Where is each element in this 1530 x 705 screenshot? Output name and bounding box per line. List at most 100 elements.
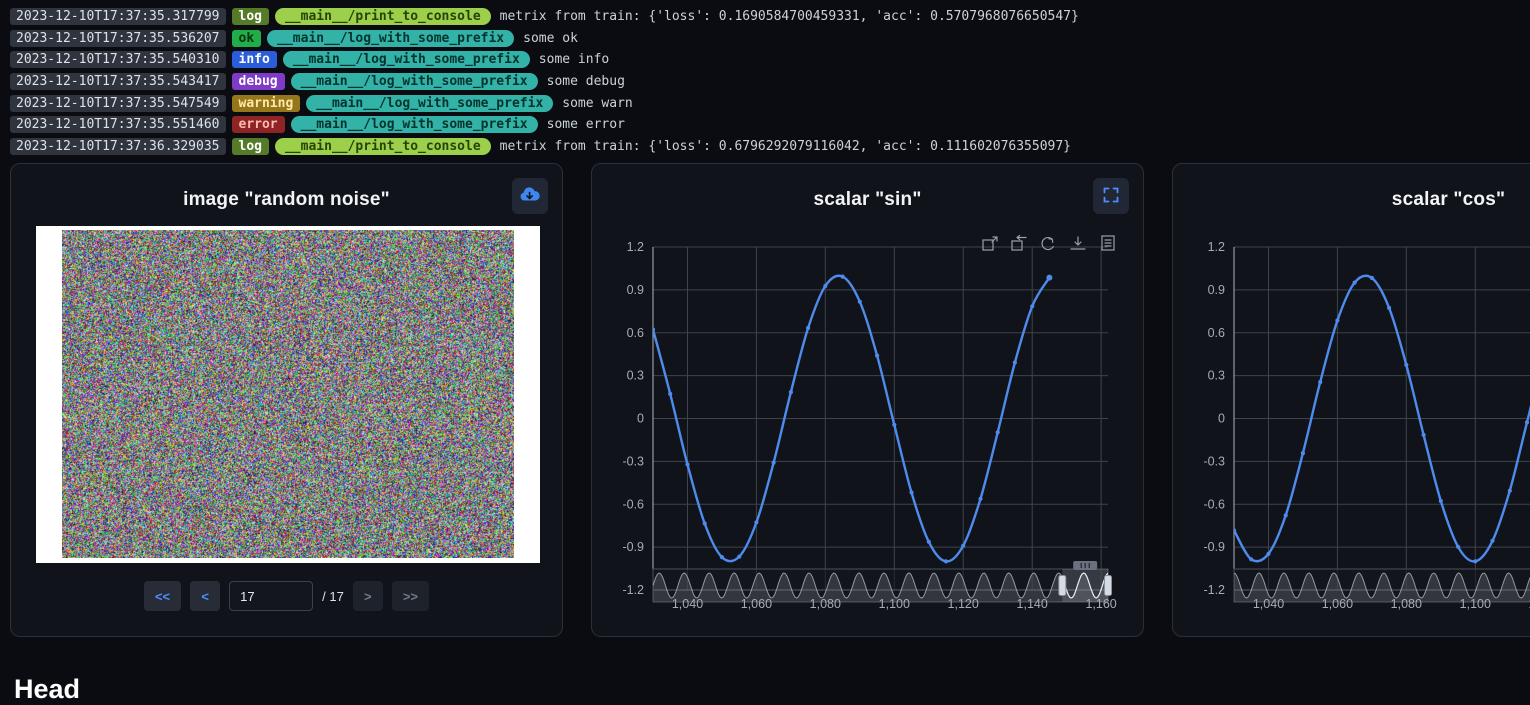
log-row: 2023-12-10T17:37:35.540310 info __main__/l…: [10, 49, 1530, 71]
log-message: some ok: [523, 31, 578, 46]
svg-text:1,160: 1,160: [1085, 597, 1116, 611]
image-card-header: image "random noise": [11, 164, 562, 234]
log-source-badge: __main__/log_with_some_prefix: [291, 73, 538, 90]
image-pagination: << < / 17 > >>: [11, 581, 562, 611]
fullscreen-icon: [1102, 186, 1120, 207]
cards-row: image "random noise" << < / 17: [10, 163, 1530, 637]
log-level-badge: log: [232, 138, 269, 155]
cos-chart[interactable]: 1.2 0.9 0.6 0.3 0 -0.3 -0.6 -0.9 -1.2 1,040 1,060…: [1173, 164, 1530, 636]
log-timestamp: 2023-12-10T17:37:35.543417: [10, 73, 226, 90]
section-heading: Head: [14, 674, 80, 705]
fullscreen-button[interactable]: [1093, 178, 1129, 214]
image-card: image "random noise" << < / 17: [10, 163, 563, 637]
datazoom-handle-left[interactable]: [1059, 576, 1066, 596]
log-timestamp: 2023-12-10T17:37:36.329035: [10, 138, 226, 155]
svg-text:1,140: 1,140: [1017, 597, 1048, 611]
svg-text:-0.3: -0.3: [622, 454, 644, 468]
image-card-title: image "random noise": [11, 189, 562, 211]
svg-text:0.3: 0.3: [627, 369, 644, 383]
cloud-download-icon: [519, 186, 541, 206]
svg-text:-0.3: -0.3: [1203, 454, 1225, 468]
first-page-button[interactable]: <<: [144, 581, 181, 611]
svg-text:0.9: 0.9: [627, 283, 644, 297]
log-row: 2023-12-10T17:37:35.543417 debug __main__/…: [10, 71, 1530, 93]
log-message: some info: [539, 52, 609, 67]
log-message: some error: [547, 117, 625, 132]
log-source-badge: __main__/log_with_some_prefix: [306, 95, 553, 112]
log-row: 2023-12-10T17:37:35.551460 error __main__/…: [10, 114, 1530, 136]
svg-text:1,120: 1,120: [948, 597, 979, 611]
svg-text:1,040: 1,040: [672, 597, 703, 611]
y-axis-labels: 1.20.90.60.30-0.3-0.6-0.9-1.2: [622, 240, 644, 597]
log-source-badge: __main__/print_to_console: [275, 138, 491, 155]
log-message: metrix from train: {'loss': 0.6796292079…: [500, 139, 1071, 154]
log-level-badge: debug: [232, 73, 285, 90]
log-row: 2023-12-10T17:37:35.547549 warning __main_…: [10, 92, 1530, 114]
svg-text:1.2: 1.2: [1208, 240, 1225, 254]
last-page-button[interactable]: >>: [392, 581, 429, 611]
svg-text:1,060: 1,060: [1322, 597, 1353, 611]
datazoom-move-handle[interactable]: [1073, 561, 1097, 570]
grid-lines: [1234, 247, 1530, 590]
svg-text:-1.2: -1.2: [1203, 583, 1225, 597]
log-timestamp: 2023-12-10T17:37:35.547549: [10, 95, 226, 112]
grid-lines: [653, 247, 1108, 590]
cos-chart-card: scalar "cos" 1.20.90.60.30-0.3-0.6-0.9-1…: [1172, 163, 1530, 637]
toolbox-zoom-select-icon[interactable]: [983, 237, 997, 250]
svg-text:1,100: 1,100: [1460, 597, 1491, 611]
svg-text:0: 0: [1218, 412, 1225, 426]
datazoom-handle-right[interactable]: [1105, 576, 1112, 596]
svg-text:-0.9: -0.9: [622, 540, 644, 554]
svg-text:0: 0: [637, 412, 644, 426]
svg-text:-0.6: -0.6: [1203, 497, 1225, 511]
sin-chart-card: scalar "sin" 1.20.90.60.30-0.3-0.6-0.9-1…: [591, 163, 1144, 637]
log-message: some debug: [547, 74, 625, 89]
svg-text:0.6: 0.6: [627, 326, 644, 340]
svg-text:0.3: 0.3: [1208, 369, 1225, 383]
log-timestamp: 2023-12-10T17:37:35.317799: [10, 8, 226, 25]
y-axis-labels: 1.2 0.9 0.6 0.3 0 -0.3 -0.6 -0.9 -1.2: [1203, 240, 1225, 597]
next-page-button[interactable]: >: [353, 581, 383, 611]
log-console: 2023-12-10T17:37:35.317799 log __main__/pr…: [0, 0, 1530, 157]
sin-chart[interactable]: 1.20.90.60.30-0.3-0.6-0.9-1.2 1,0401,060…: [592, 164, 1143, 636]
log-message: metrix from train: {'loss': 0.1690584700…: [500, 9, 1079, 24]
svg-text:1,080: 1,080: [810, 597, 841, 611]
svg-text:1.2: 1.2: [627, 240, 644, 254]
log-timestamp: 2023-12-10T17:37:35.551460: [10, 116, 226, 133]
noise-image: [62, 230, 514, 558]
log-level-badge: warning: [232, 95, 301, 112]
svg-text:1,100: 1,100: [879, 597, 910, 611]
log-source-badge: __main__/log_with_some_prefix: [283, 51, 530, 68]
svg-text:0.6: 0.6: [1208, 326, 1225, 340]
toolbox-data-view-icon[interactable]: [1102, 236, 1114, 250]
log-source-badge: __main__/print_to_console: [275, 8, 491, 25]
log-row: 2023-12-10T17:37:35.536207 ok __main__/log…: [10, 28, 1530, 50]
page-input[interactable]: [229, 581, 313, 611]
log-row: 2023-12-10T17:37:35.317799 log __main__/pr…: [10, 6, 1530, 28]
log-level-badge: error: [232, 116, 285, 133]
log-level-badge: info: [232, 51, 277, 68]
svg-text:1,060: 1,060: [741, 597, 772, 611]
svg-text:0.9: 0.9: [1208, 283, 1225, 297]
svg-text:1,080: 1,080: [1391, 597, 1422, 611]
datazoom-slider[interactable]: [1234, 561, 1530, 602]
svg-text:-0.6: -0.6: [622, 497, 644, 511]
log-timestamp: 2023-12-10T17:37:35.536207: [10, 30, 226, 47]
log-row: 2023-12-10T17:37:36.329035 log __main__/pr…: [10, 136, 1530, 158]
page-total-label: / 17: [322, 589, 344, 604]
toolbox-restore-icon[interactable]: [1042, 238, 1053, 250]
log-source-badge: __main__/log_with_some_prefix: [291, 116, 538, 133]
log-timestamp: 2023-12-10T17:37:35.540310: [10, 51, 226, 68]
dashboard: 2023-12-10T17:37:35.317799 log __main__/pr…: [0, 0, 1530, 157]
log-level-badge: ok: [232, 30, 262, 47]
log-source-badge: __main__/log_with_some_prefix: [267, 30, 514, 47]
download-image-button[interactable]: [512, 178, 548, 214]
prev-page-button[interactable]: <: [190, 581, 220, 611]
log-message: some warn: [562, 96, 632, 111]
log-level-badge: log: [232, 8, 269, 25]
datazoom-slider[interactable]: [653, 561, 1112, 602]
toolbox-zoom-reset-icon[interactable]: [1012, 236, 1026, 251]
noise-figure: [36, 226, 540, 563]
svg-text:-0.9: -0.9: [1203, 540, 1225, 554]
svg-text:1,040: 1,040: [1253, 597, 1284, 611]
